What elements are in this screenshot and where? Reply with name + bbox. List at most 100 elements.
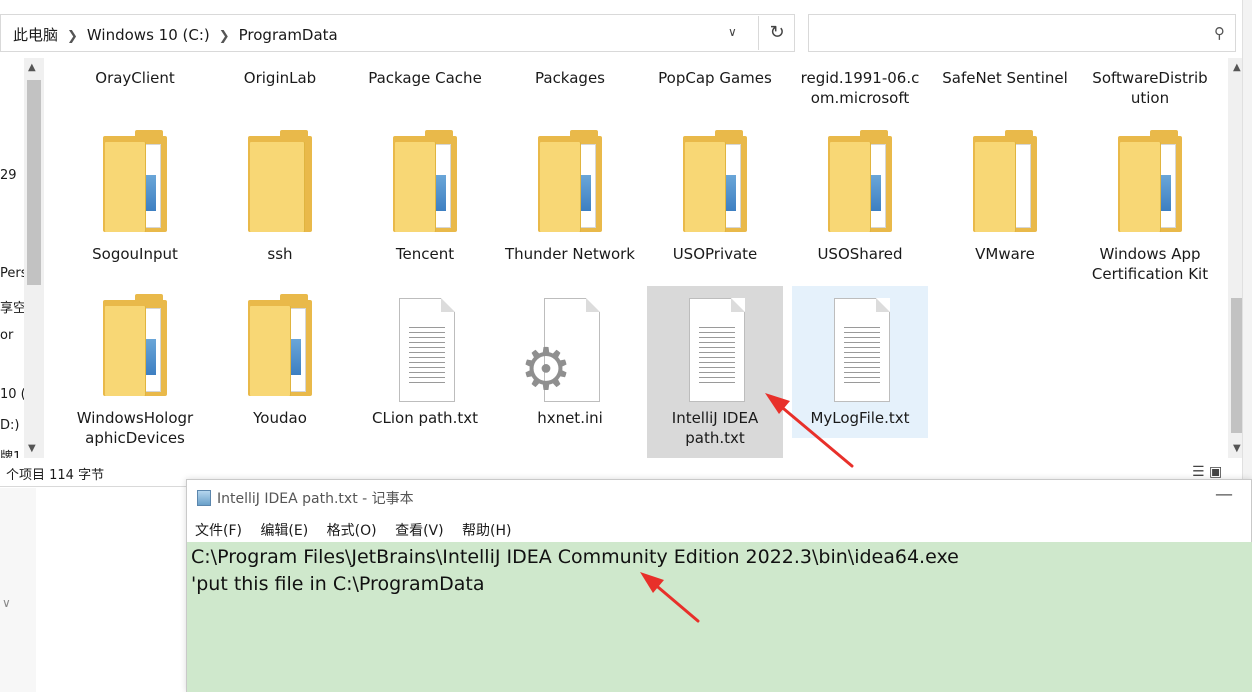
file-intellij-idea-path-txt[interactable]: IntelliJ IDEA path.txt (647, 286, 783, 458)
nav-item-fragment[interactable]: or (0, 328, 13, 343)
folder-windows-holographic-devices[interactable]: WindowsHologr aphicDevices (67, 288, 203, 448)
folder-vmware[interactable]: VMware (937, 124, 1073, 264)
folder-icon (955, 124, 1055, 244)
scroll-down-icon[interactable]: ▼ (28, 443, 36, 454)
folder-youdao[interactable]: Youdao (212, 288, 348, 428)
nav-item-fragment[interactable]: 29 (0, 168, 17, 183)
item-label: VMware (975, 245, 1035, 263)
folder-software-distribution[interactable]: SoftwareDistrib ution (1082, 68, 1218, 108)
breadcrumb-this-pc[interactable]: 此电脑 (13, 26, 58, 44)
folder-icon (85, 124, 185, 244)
window-title-text: IntelliJ IDEA path.txt - 记事本 (217, 491, 414, 507)
large-icons-view-icon[interactable]: ▣ (1209, 464, 1222, 480)
item-label: USOPrivate (672, 245, 758, 263)
nav-item-fragment[interactable]: D:) (0, 418, 19, 433)
menu-file[interactable]: 文件(F) (195, 523, 242, 539)
nav-item-fragment[interactable]: 10 ( (0, 387, 26, 402)
editor-line: 'put this file in C:\ProgramData (191, 573, 485, 595)
minimize-button[interactable]: — (1215, 484, 1233, 505)
item-label: ssh (267, 245, 293, 263)
window-title: IntelliJ IDEA path.txt - 记事本 (197, 488, 414, 508)
folder-icon (520, 124, 620, 244)
item-label: OriginLab (243, 69, 317, 87)
item-label: CLion path.txt (372, 409, 478, 427)
item-label: USOShared (817, 245, 903, 263)
folder-uso-shared[interactable]: USOShared (792, 124, 928, 264)
editor-line: C:\Program Files\JetBrains\IntelliJ IDEA… (191, 546, 959, 568)
folder-icon (230, 124, 330, 244)
refresh-button[interactable]: ↻ (758, 16, 795, 50)
background-window-edge: ∨ (0, 488, 36, 692)
gear-icon: ⚙ (520, 335, 572, 403)
folder-regid-microsoft[interactable]: regid.1991-06.c om.microsoft (792, 68, 928, 108)
menu-format[interactable]: 格式(O) (327, 523, 377, 539)
folder-windows-app-certification-kit[interactable]: Windows App Certification Kit (1082, 124, 1218, 284)
folder-icon (1100, 124, 1200, 244)
folder-icon (230, 288, 330, 408)
text-editor[interactable]: C:\Program Files\JetBrains\IntelliJ IDEA… (187, 542, 1252, 692)
status-bar-text: 个项目 114 字节 (6, 468, 105, 483)
text-file-icon (375, 288, 475, 408)
folder-icon (375, 124, 475, 244)
folder-uso-private[interactable]: USOPrivate (647, 124, 783, 264)
window-edge (1242, 0, 1252, 487)
scroll-up-icon[interactable]: ▲ (1233, 62, 1241, 73)
search-input[interactable]: ⚲ (808, 14, 1236, 52)
breadcrumb-programdata[interactable]: ProgramData (239, 26, 338, 44)
folder-sogou-input[interactable]: SogouInput (67, 124, 203, 264)
text-file-icon (810, 288, 910, 408)
scroll-down-icon[interactable]: ▼ (1233, 443, 1241, 454)
item-label: MyLogFile.txt (810, 409, 910, 427)
breadcrumb: 此电脑 ❯ Windows 10 (C:) ❯ ProgramData (13, 24, 338, 45)
menu-bar: 文件(F) 编辑(E) 格式(O) 查看(V) 帮助(H) (195, 520, 526, 540)
folder-icon (810, 124, 910, 244)
file-list: OrayClient OriginLab Package Cache Packa… (52, 58, 1228, 458)
item-label: Packages (535, 69, 605, 87)
item-label: OrayClient (95, 69, 175, 87)
details-view-icon[interactable]: ☰ (1192, 464, 1205, 480)
search-icon: ⚲ (1214, 24, 1225, 42)
scroll-up-icon[interactable]: ▲ (28, 62, 36, 73)
item-label: Windows App Certification Kit (1091, 245, 1209, 283)
navigation-pane-scrollbar[interactable]: ▲ ▼ (24, 58, 44, 458)
folder-ssh[interactable]: ssh (212, 124, 348, 264)
folder-icon (85, 288, 185, 408)
address-row: 此电脑 ❯ Windows 10 (C:) ❯ ProgramData ∨ ↻ ⚲ (0, 12, 1252, 54)
settings-file-icon: ⚙ (520, 288, 620, 408)
folder-tencent[interactable]: Tencent (357, 124, 493, 264)
folder-package-cache[interactable]: Package Cache (357, 68, 493, 88)
file-mylogfile-txt[interactable]: MyLogFile.txt (792, 286, 928, 438)
item-label: hxnet.ini (537, 409, 603, 427)
scrollbar-thumb[interactable] (27, 80, 41, 285)
breadcrumb-separator-icon[interactable]: ❯ (67, 29, 78, 44)
menu-edit[interactable]: 编辑(E) (260, 523, 308, 539)
address-history-chevron-down-icon[interactable]: ∨ (728, 25, 737, 39)
item-label: PopCap Games (658, 69, 772, 87)
item-label: SafeNet Sentinel (942, 69, 1068, 87)
notepad-icon (197, 490, 211, 506)
folder-thunder-network[interactable]: Thunder Network (502, 124, 638, 264)
address-bar[interactable]: 此电脑 ❯ Windows 10 (C:) ❯ ProgramData ∨ ↻ (0, 14, 795, 52)
chevron-down-icon: ∨ (2, 596, 11, 610)
file-clion-path-txt[interactable]: CLion path.txt (357, 288, 493, 428)
menu-help[interactable]: 帮助(H) (462, 523, 511, 539)
item-label: WindowsHologr aphicDevices (76, 409, 194, 447)
item-label: regid.1991-06.c om.microsoft (800, 69, 920, 107)
item-label: SoftwareDistrib ution (1092, 69, 1208, 107)
item-label: Package Cache (368, 69, 482, 87)
folder-icon (665, 124, 765, 244)
notepad-window: IntelliJ IDEA path.txt - 记事本 — 文件(F) 编辑(… (186, 479, 1252, 692)
file-hxnet-ini[interactable]: ⚙ hxnet.ini (502, 288, 638, 428)
item-label: Thunder Network (505, 245, 635, 263)
breadcrumb-c-drive[interactable]: Windows 10 (C:) (87, 26, 210, 44)
breadcrumb-separator-icon[interactable]: ❯ (219, 29, 230, 44)
folder-origin-lab[interactable]: OriginLab (212, 68, 348, 88)
folder-packages[interactable]: Packages (502, 68, 638, 88)
folder-popcap-games[interactable]: PopCap Games (647, 68, 783, 88)
item-label: SogouInput (92, 245, 178, 263)
folder-safenet-sentinel[interactable]: SafeNet Sentinel (937, 68, 1073, 88)
folder-oray-client[interactable]: OrayClient (67, 68, 203, 88)
text-file-icon (665, 288, 765, 408)
view-toggle: ☰ ▣ (1192, 464, 1222, 480)
menu-view[interactable]: 查看(V) (395, 523, 444, 539)
